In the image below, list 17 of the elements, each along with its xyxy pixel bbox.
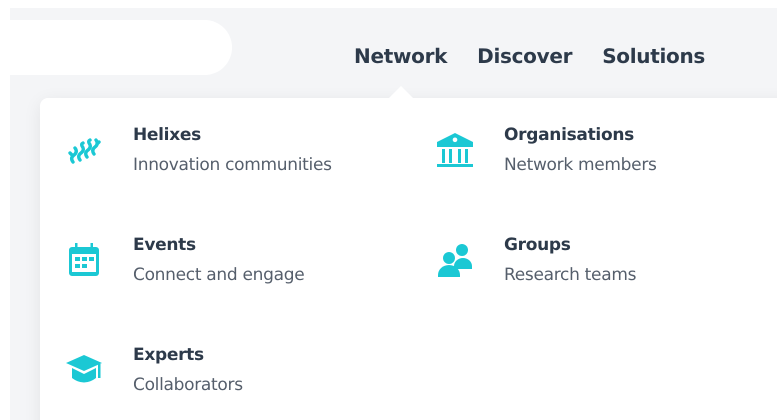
menu-item-title[interactable]: Helixes xyxy=(133,124,332,146)
menu-item-title[interactable]: Organisations xyxy=(504,124,657,146)
menu-item-subtitle: Network members xyxy=(504,154,657,176)
building-icon xyxy=(436,132,474,168)
calendar-icon xyxy=(66,242,102,278)
menu-item-title[interactable]: Experts xyxy=(133,344,243,366)
menu-item-title[interactable]: Groups xyxy=(504,234,636,256)
menu-item-subtitle: Collaborators xyxy=(133,374,243,396)
nav-link[interactable]: Network xyxy=(354,44,448,68)
menu-item-subtitle: Research teams xyxy=(504,264,636,286)
nav-link[interactable]: Discover xyxy=(477,44,572,68)
people-icon xyxy=(437,242,473,278)
menu-item-subtitle: Connect and engage xyxy=(133,264,304,286)
helix-icon xyxy=(67,135,101,165)
menu-item-title[interactable]: Events xyxy=(133,234,304,256)
nav-link[interactable]: Solutions xyxy=(602,44,706,68)
menu-item-subtitle: Innovation communities xyxy=(133,154,332,176)
